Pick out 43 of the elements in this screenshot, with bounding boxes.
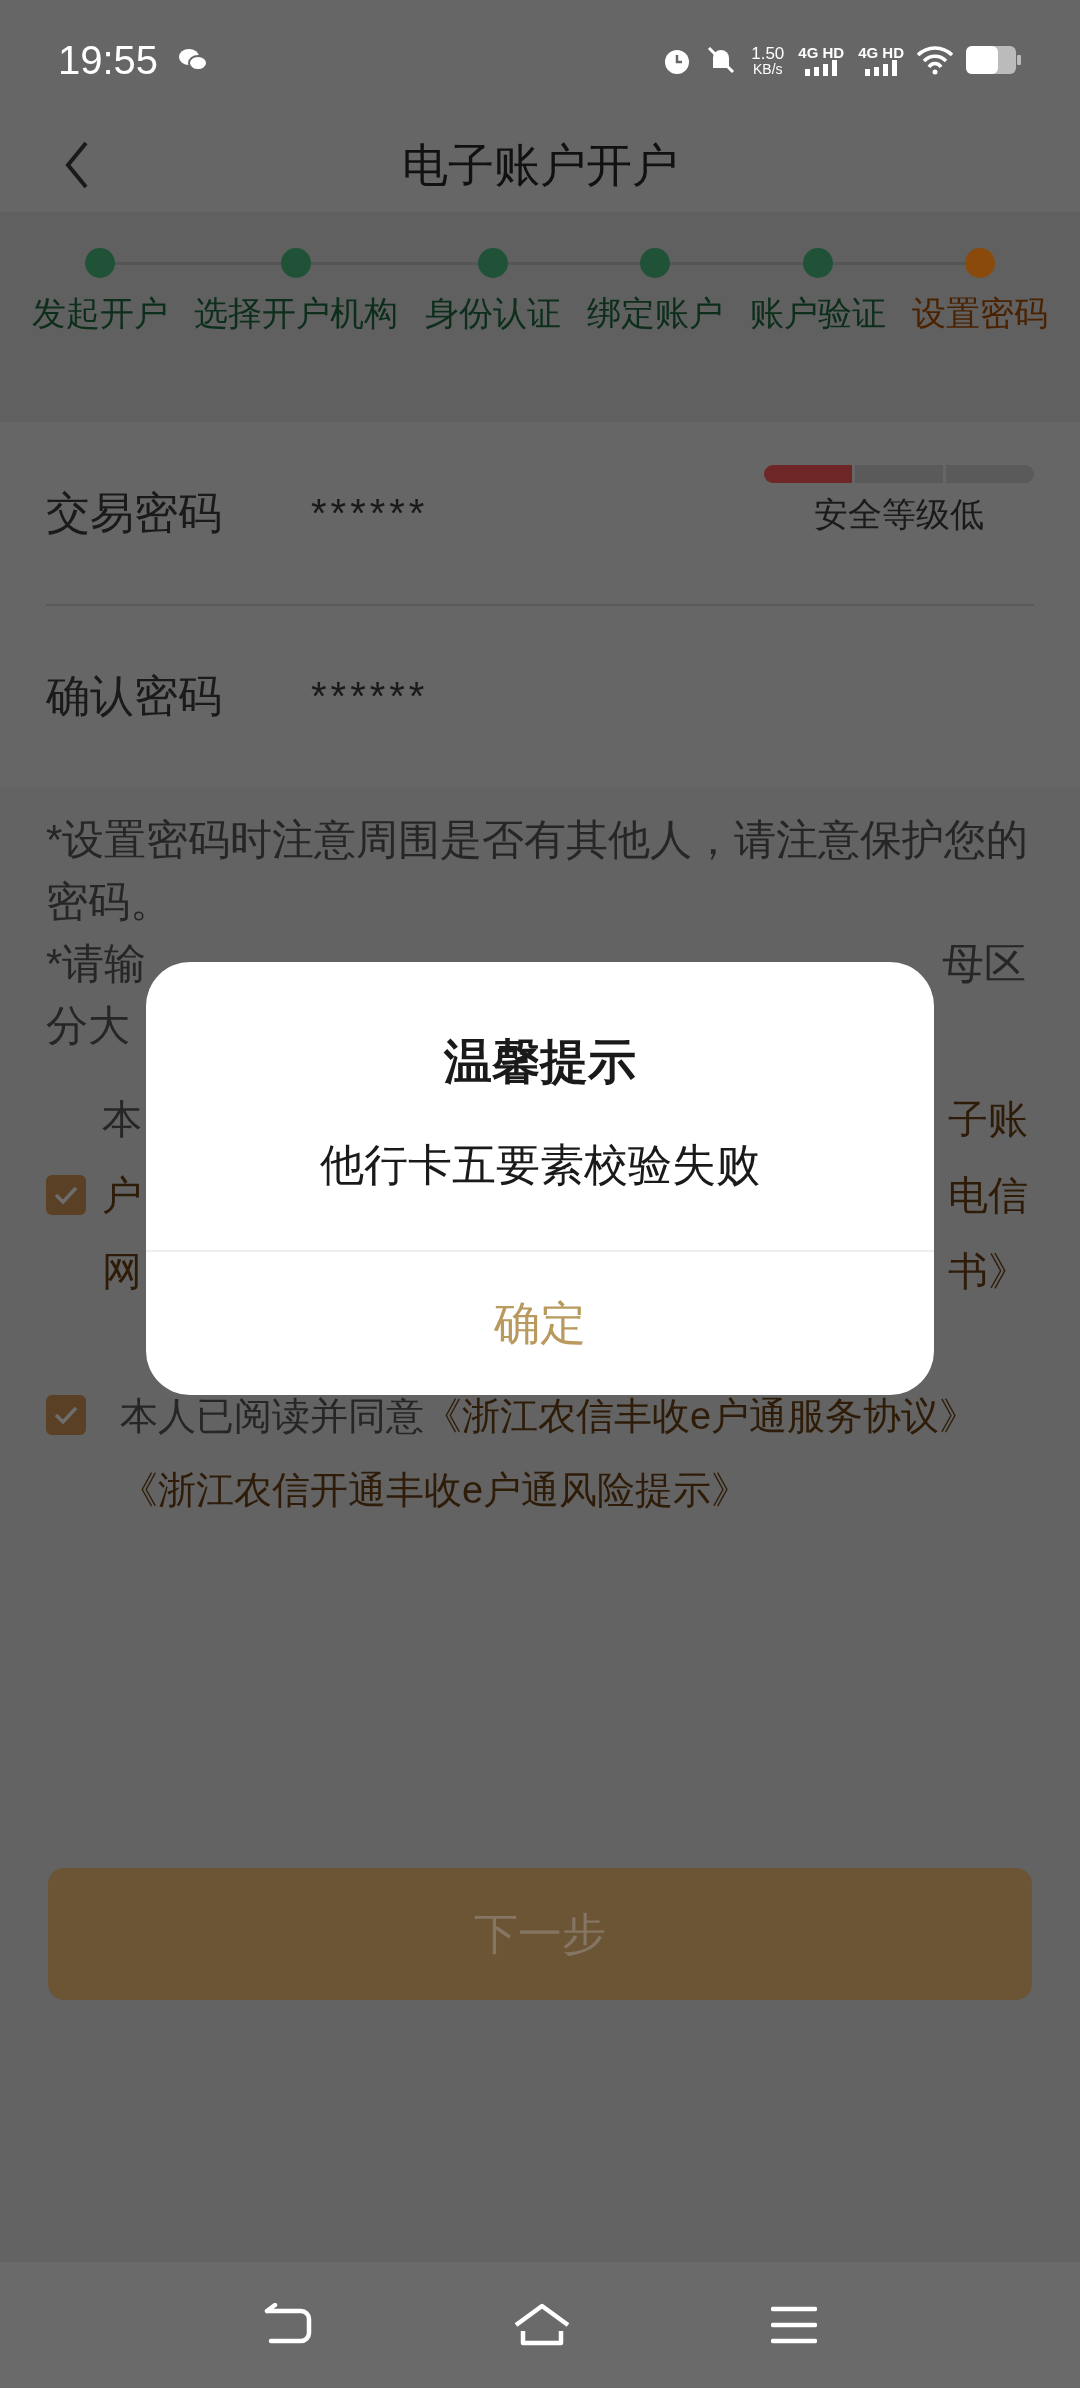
page-title: 电子账户开户 [402, 137, 678, 193]
net-speed-unit: KB/s [752, 61, 783, 76]
step-label: 身份认证 [424, 293, 561, 334]
agreement-link[interactable]: 《浙江农信开通丰收e户通风险提示》 [120, 1469, 750, 1511]
note-text: *设置密码时注意周围是否有其他人，请注意保护您的密码。 [46, 815, 1030, 927]
dialog-message: 他行卡五要素校验失败 [320, 1139, 760, 1191]
wifi-icon [916, 45, 954, 75]
step-label: 选择开户机构 [194, 293, 399, 334]
step-label: 设置密码 [911, 293, 1048, 334]
network-type: 4G HD [858, 44, 904, 60]
net-speed-value: 1.50 [751, 44, 785, 62]
home-icon[interactable] [513, 2303, 571, 2347]
check-icon [53, 1185, 79, 1205]
agreement-link[interactable]: 书》 [948, 1233, 1028, 1309]
back-icon[interactable] [64, 139, 90, 191]
agreement-link[interactable]: 户 [102, 1157, 142, 1233]
agreement-link[interactable]: 《浙江农信丰收e户通服务协议》 [424, 1395, 978, 1437]
agreement-link[interactable]: 子账 [948, 1081, 1028, 1157]
status-time: 19:55 [58, 37, 159, 84]
field-label: 确认密码 [46, 670, 223, 723]
network-type: 4G HD [798, 44, 845, 60]
check-icon [53, 1405, 79, 1425]
signal-icon [863, 59, 900, 76]
password-field[interactable]: ****** [311, 666, 1034, 727]
note-text: 分大 [46, 1001, 130, 1051]
note-text: *请输 [46, 939, 147, 989]
agreement-text: 本 [102, 1096, 142, 1143]
password-field[interactable]: ****** [311, 482, 764, 543]
strength-label: 安全等级低 [814, 494, 984, 536]
note-text: 母区 [942, 939, 1026, 989]
signal-icon [803, 59, 840, 76]
checkbox[interactable] [46, 1395, 86, 1435]
menu-icon[interactable] [771, 2305, 817, 2345]
step-label: 绑定账户 [587, 293, 724, 334]
step-label: 账户验证 [749, 293, 886, 334]
checkbox[interactable] [46, 1175, 86, 1215]
agreement-link[interactable]: 电信 [948, 1157, 1028, 1233]
step-label: 发起开户 [32, 293, 168, 334]
confirm-button[interactable]: 确定 [146, 1252, 934, 1395]
dialog-title: 温馨提示 [444, 1034, 636, 1090]
agreement-link[interactable]: 网 [102, 1233, 142, 1309]
field-label: 交易密码 [46, 486, 223, 539]
battery-icon [966, 46, 1022, 74]
